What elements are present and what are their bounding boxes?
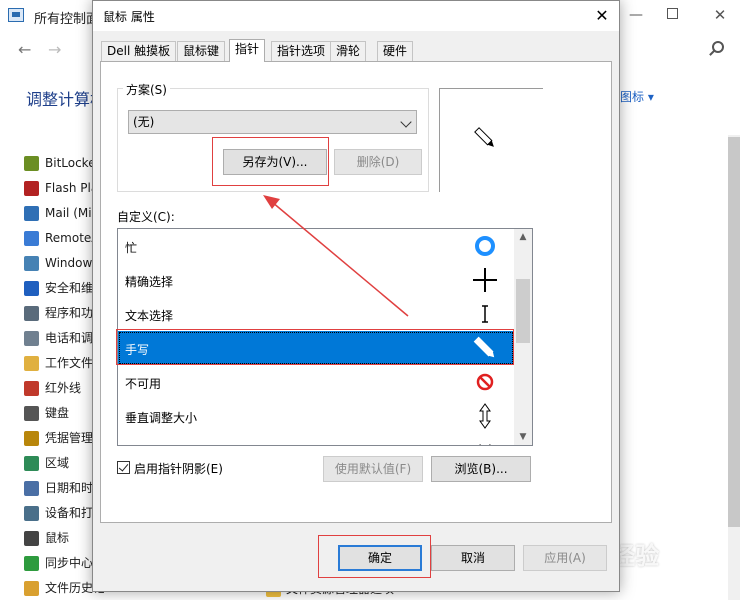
flag-icon: [24, 281, 39, 296]
mouse-icon: [24, 531, 39, 546]
annotation-box-selected-row: [116, 329, 514, 365]
control-panel-item-label: 红外线: [45, 381, 82, 395]
view-by-dropdown[interactable]: 图标 ▾: [620, 88, 654, 105]
cursor-list-item[interactable]: 精确选择: [118, 263, 514, 297]
cursor-name: 精确选择: [125, 275, 174, 289]
cursor-list-item[interactable]: 不可用: [118, 365, 514, 399]
scroll-up-arrow-icon[interactable]: ▲: [514, 229, 532, 245]
annotation-box-ok: [318, 535, 431, 578]
forward-arrow-icon[interactable]: →: [48, 40, 61, 59]
sync-icon: [24, 556, 39, 571]
tab-4[interactable]: 滑轮: [330, 41, 367, 61]
credential-icon: [24, 431, 39, 446]
pointers-tab-panel: 方案(S) (无) 另存为(V)... 删除(D) 自定义(C): 忙精确选择文…: [100, 61, 612, 523]
mail-icon: [24, 206, 39, 221]
remoteapp-icon: [24, 231, 39, 246]
bitlocker-icon: [24, 156, 39, 171]
customize-label: 自定义(C):: [117, 210, 175, 224]
busy-ring-icon: [471, 232, 499, 260]
control-panel-scroll-thumb[interactable]: [728, 137, 740, 527]
scroll-down-arrow-icon[interactable]: ▼: [514, 429, 532, 445]
pointer-shadow-checkbox[interactable]: [117, 461, 130, 474]
cursor-name: 文本选择: [125, 309, 174, 323]
control-panel-item-label: 键盘: [45, 406, 70, 420]
cursor-name: 忙: [125, 241, 138, 255]
cursor-list-item[interactable]: 忙: [118, 229, 514, 263]
dialog-close-button[interactable]: ✕: [591, 5, 613, 27]
control-panel-item-label: 鼠标: [45, 531, 70, 545]
ibeam-icon: [471, 300, 499, 328]
cursor-list-item[interactable]: 垂直调整大小: [118, 399, 514, 433]
close-button[interactable]: ✕: [708, 4, 732, 26]
vertical-resize-icon: [471, 402, 499, 430]
infrared-icon: [24, 381, 39, 396]
use-default-button[interactable]: 使用默认值(F): [323, 456, 423, 482]
crosshair-icon: [471, 266, 499, 294]
annotation-box-save-as: [212, 137, 329, 186]
control-panel-item-label: 区域: [45, 456, 70, 470]
cursor-list-scroll-thumb[interactable]: [516, 279, 530, 343]
flash-icon: [24, 181, 39, 196]
browse-button[interactable]: 浏览(B)...: [431, 456, 531, 482]
search-box[interactable]: [618, 38, 738, 62]
control-panel-app-icon: [8, 8, 24, 22]
dialog-titlebar: 鼠标 属性 ✕: [93, 1, 619, 31]
tab-2[interactable]: 指针: [229, 39, 266, 62]
cancel-button[interactable]: 取消: [431, 545, 515, 571]
keyboard-icon: [24, 406, 39, 421]
history-icon: [24, 581, 39, 596]
phone-icon: [24, 331, 39, 346]
scheme-label: 方案(S): [123, 81, 170, 98]
tab-1[interactable]: 鼠标键: [177, 41, 226, 61]
back-arrow-icon[interactable]: ←: [18, 40, 31, 59]
maximize-icon: [666, 8, 678, 19]
region-icon: [24, 456, 39, 471]
pen-preview-icon: [474, 127, 494, 147]
cursor-list-scrollbar[interactable]: ▲ ▼: [514, 229, 532, 445]
delete-button[interactable]: 删除(D): [334, 149, 422, 175]
cursor-name: 垂直调整大小: [125, 411, 198, 425]
cursor-preview: [439, 88, 543, 192]
tab-5[interactable]: 硬件: [377, 41, 414, 61]
tab-3[interactable]: 指针选项: [271, 41, 332, 61]
control-panel-item-label: 同步中心: [45, 556, 94, 570]
defender-icon: [24, 256, 39, 271]
minimize-button[interactable]: —: [624, 4, 648, 26]
cursor-list-item[interactable]: 文本选择: [118, 297, 514, 331]
programs-icon: [24, 306, 39, 321]
horizontal-resize-icon: [471, 436, 499, 445]
control-panel-scrollbar[interactable]: [728, 135, 740, 600]
search-icon[interactable]: [712, 41, 724, 53]
tab-0[interactable]: Dell 触摸板: [101, 41, 177, 61]
pointer-shadow-label: 启用指针阴影(E): [134, 462, 223, 476]
maximize-button[interactable]: [660, 4, 684, 26]
chevron-down-icon: [400, 116, 412, 128]
clock-icon: [24, 481, 39, 496]
printer-icon: [24, 506, 39, 521]
mouse-properties-dialog: 鼠标 属性 ✕ Dell 触摸板 鼠标键 指针 指针选项 滑轮 硬件 方案(S) (无) …: [92, 0, 620, 592]
scheme-select-value: (无): [133, 115, 155, 129]
folder-icon: [24, 356, 39, 371]
apply-button[interactable]: 应用(A): [523, 545, 607, 571]
unavailable-icon: [471, 368, 499, 396]
dialog-title: 鼠标 属性: [103, 10, 155, 24]
cursor-name: 不可用: [125, 377, 162, 391]
scheme-select[interactable]: (无): [128, 110, 417, 134]
cursor-list-item[interactable]: [118, 433, 514, 445]
